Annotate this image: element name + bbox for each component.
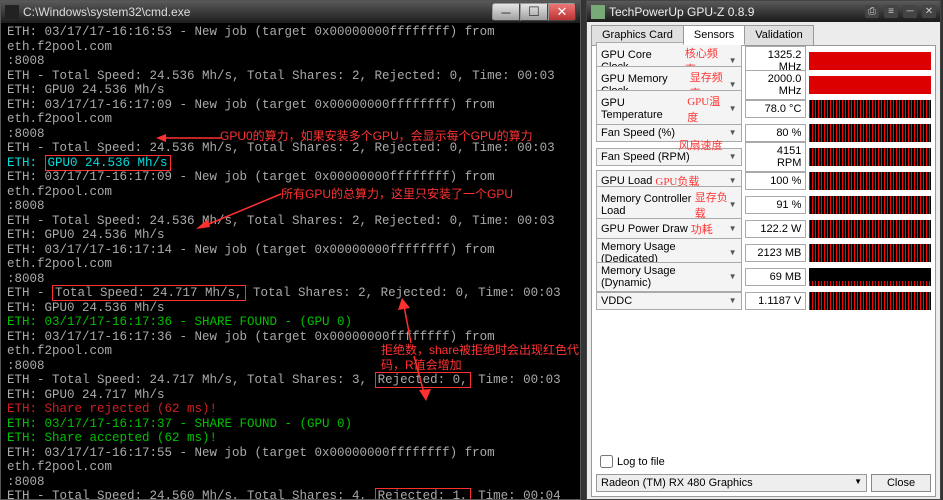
output-line: :8008 xyxy=(7,475,574,490)
output-line: ETH - Total Speed: 24.536 Mh/s, Total Sh… xyxy=(7,69,574,84)
sensor-label[interactable]: GPU Power Draw功耗▼ xyxy=(596,218,742,240)
sensor-graph xyxy=(809,100,931,118)
output-line: ETH: 03/17/17-16:17:37 - SHARE FOUND - (… xyxy=(7,417,574,432)
sensor-value: 2000.0 MHz xyxy=(745,70,807,100)
menu-icon[interactable]: ≡ xyxy=(884,5,898,18)
sensor-graph xyxy=(809,76,931,94)
sensor-graph xyxy=(809,268,931,286)
output-line: :8008 xyxy=(7,359,574,374)
sensor-graph xyxy=(809,148,931,166)
sensor-value: 1.1187 V xyxy=(745,292,807,310)
sensor-value: 78.0 °C xyxy=(745,100,807,118)
output-line: ETH: 03/17/17-16:17:09 - New job (target… xyxy=(7,98,574,127)
output-line: ETH: 03/17/17-16:17:14 - New job (target… xyxy=(7,243,574,272)
output-line: ETH: GPU0 24.536 Mh/s xyxy=(7,83,574,98)
gpu-select[interactable]: Radeon (TM) RX 480 Graphics ▼ xyxy=(596,474,867,492)
sensor-row: Memory Usage (Dedicated)▼2123 MB xyxy=(596,242,931,263)
output-line: :8008 xyxy=(7,272,574,287)
output-line: :8008 xyxy=(7,199,574,214)
sensor-label[interactable]: Memory Usage (Dynamic)▼ xyxy=(596,262,742,292)
cmd-title-text: C:\Windows\system32\cmd.exe xyxy=(23,5,190,19)
sensor-graph xyxy=(809,292,931,310)
output-line: :8008 xyxy=(7,54,574,69)
tab-validation[interactable]: Validation xyxy=(744,25,814,45)
output-line: ETH: 03/17/17-16:17:36 - New job (target… xyxy=(7,330,574,359)
sensor-graph xyxy=(809,196,931,214)
output-line: ETH: GPU0 24.536 Mh/s xyxy=(7,228,574,243)
log-checkbox[interactable] xyxy=(600,455,613,468)
output-line: ETH: 03/17/17-16:17:36 - SHARE FOUND - (… xyxy=(7,315,574,330)
sensor-value: 2123 MB xyxy=(745,244,807,262)
maximize-button[interactable]: ☐ xyxy=(520,3,548,21)
gpuz-titlebar[interactable]: TechPowerUp GPU-Z 0.8.9 ⎙ ≡ ─ ✕ xyxy=(587,1,940,22)
output-line: ETH: 03/17/17-16:17:55 - New job (target… xyxy=(7,446,574,475)
sensor-row: Memory Usage (Dynamic)▼69 MB xyxy=(596,266,931,287)
output-line: ETH - Total Speed: 24.717 Mh/s, Total Sh… xyxy=(7,286,574,301)
output-line: ETH: 03/17/17-16:16:53 - New job (target… xyxy=(7,25,574,54)
cmd-titlebar[interactable]: C:\Windows\system32\cmd.exe ─ ☐ ✕ xyxy=(1,1,580,23)
cmd-output: ETH: 03/17/17-16:16:53 - New job (target… xyxy=(1,23,580,499)
sensor-label[interactable]: GPU TemperatureGPU温度▼ xyxy=(596,90,742,128)
output-line: :8008 xyxy=(7,127,574,142)
output-line: ETH: Share rejected (62 ms)! xyxy=(7,402,574,417)
sensor-row: VDDC▼1.1187 V xyxy=(596,290,931,311)
sensor-value: 4151 RPM xyxy=(745,142,807,172)
minimize-button[interactable]: ─ xyxy=(492,3,520,21)
output-line: ETH: Share accepted (62 ms)! xyxy=(7,431,574,446)
sensors-panel: GPU Core Clock核心频率▼1325.2 MHzGPU Memory … xyxy=(591,45,936,497)
cmd-window: C:\Windows\system32\cmd.exe ─ ☐ ✕ ETH: 0… xyxy=(0,0,581,500)
output-line: ETH: GPU0 24.536 Mh/s xyxy=(7,301,574,316)
sensor-graph xyxy=(809,52,931,70)
output-line: ETH - Total Speed: 24.536 Mh/s, Total Sh… xyxy=(7,214,574,229)
gpuz-icon xyxy=(591,5,605,19)
output-line: ETH - Total Speed: 24.560 Mh/s, Total Sh… xyxy=(7,489,574,499)
sensor-label[interactable]: Fan Speed (RPM)风扇速度▼ xyxy=(596,148,742,166)
sensor-row: Fan Speed (RPM)风扇速度▼4151 RPM xyxy=(596,146,931,167)
sensor-value: 91 % xyxy=(745,196,807,214)
log-label: Log to file xyxy=(617,456,665,468)
gpuz-title-text: TechPowerUp GPU-Z 0.8.9 xyxy=(609,5,754,19)
cmd-icon xyxy=(5,5,19,19)
sensor-label[interactable]: VDDC▼ xyxy=(596,292,742,310)
output-line: ETH - Total Speed: 24.536 Mh/s, Total Sh… xyxy=(7,141,574,156)
sensor-value: 122.2 W xyxy=(745,220,807,238)
sensor-value: 69 MB xyxy=(745,268,807,286)
camera-icon[interactable]: ⎙ xyxy=(865,5,879,18)
close-button[interactable]: Close xyxy=(871,474,931,492)
sensor-row: GPU Power Draw功耗▼122.2 W xyxy=(596,218,931,239)
sensor-graph xyxy=(809,244,931,262)
sensor-graph xyxy=(809,220,931,238)
close-icon[interactable]: ✕ xyxy=(922,5,936,18)
minimize-icon[interactable]: ─ xyxy=(903,5,917,18)
output-line: ETH: GPU0 24.717 Mh/s xyxy=(7,388,574,403)
sensor-graph xyxy=(809,124,931,142)
output-line: ETH: 03/17/17-16:17:09 - New job (target… xyxy=(7,170,574,199)
sensor-value: 80 % xyxy=(745,124,807,142)
close-button[interactable]: ✕ xyxy=(548,3,576,21)
sensor-value: 100 % xyxy=(745,172,807,190)
gpuz-window: TechPowerUp GPU-Z 0.8.9 ⎙ ≡ ─ ✕ Graphics… xyxy=(586,0,941,500)
log-to-file[interactable]: Log to file xyxy=(600,455,665,468)
tab-sensors[interactable]: Sensors xyxy=(683,25,745,45)
sensor-row: Memory Controller Load显存负载▼91 % xyxy=(596,194,931,215)
output-line: ETH: GPU0 24.536 Mh/s xyxy=(7,156,574,171)
sensor-row: Fan Speed (%)▼80 % xyxy=(596,122,931,143)
output-line: ETH - Total Speed: 24.717 Mh/s, Total Sh… xyxy=(7,373,574,388)
sensor-row: GPU TemperatureGPU温度▼78.0 °C xyxy=(596,98,931,119)
sensor-graph xyxy=(809,172,931,190)
